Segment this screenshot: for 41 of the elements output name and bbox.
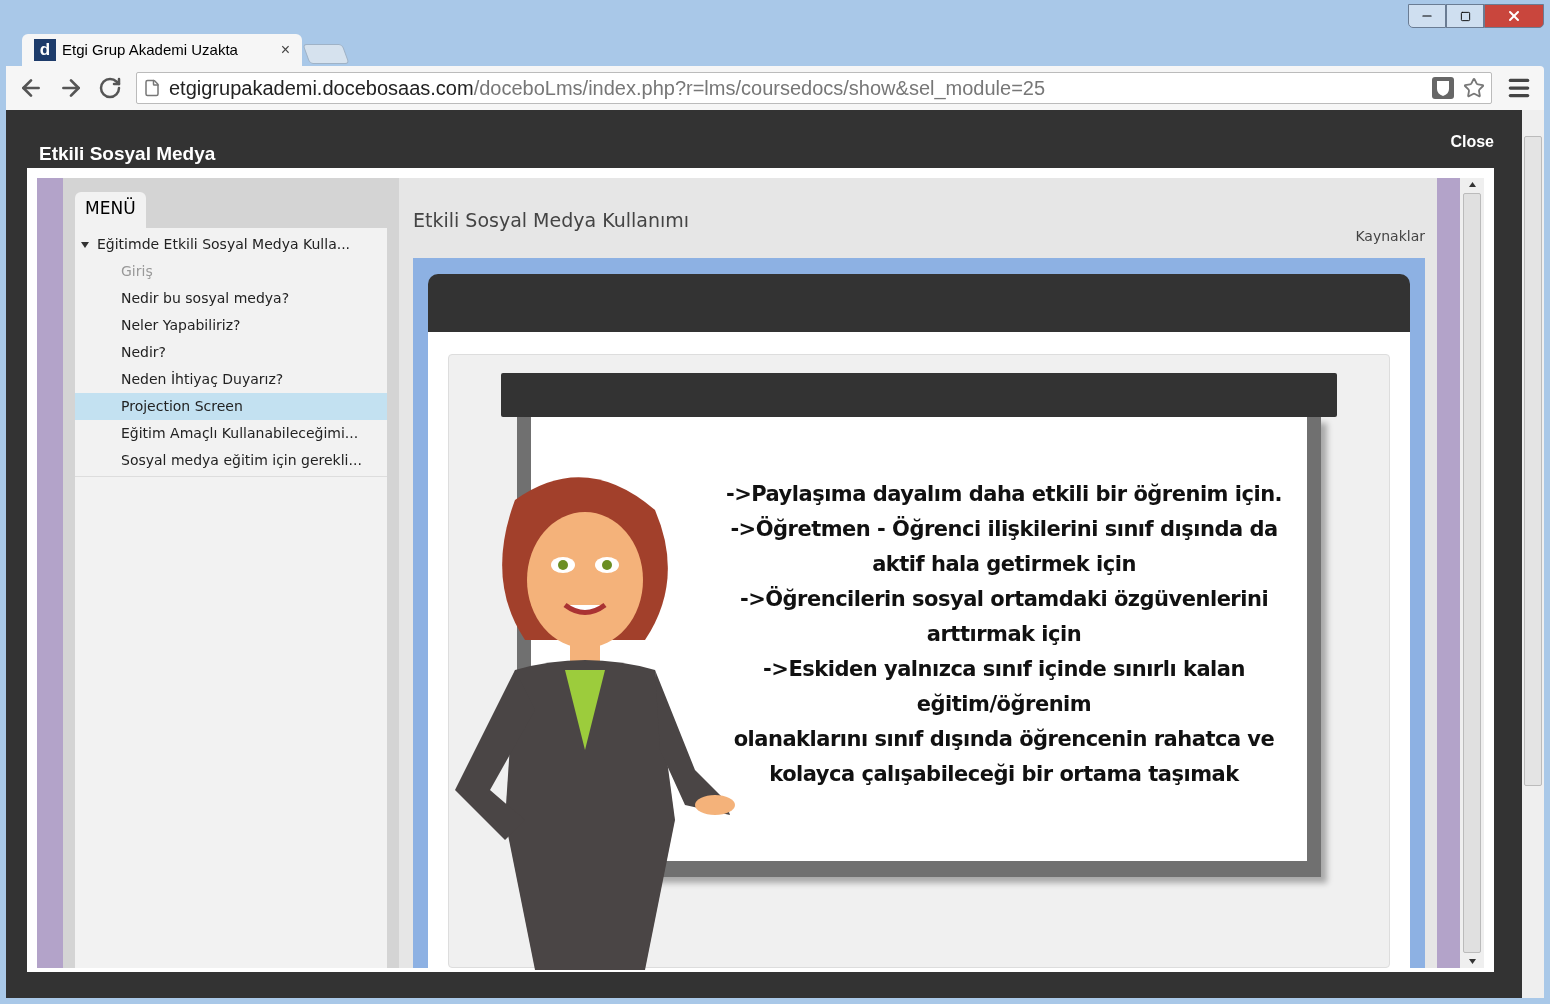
page-scrollbar[interactable] — [1522, 110, 1544, 998]
tree-item[interactable]: Sosyal medya eğitim için gerekli... — [75, 446, 387, 474]
tree-item[interactable]: Nedir? — [75, 338, 387, 366]
close-icon — [1506, 8, 1522, 24]
scroll-down-icon[interactable] — [1468, 959, 1476, 964]
site-logo: d — [34, 39, 56, 61]
maximize-button[interactable] — [1446, 4, 1484, 28]
modal-scrollbar[interactable] — [1460, 178, 1484, 968]
tab-title: Etgi Grup Akademi Uzakta — [62, 39, 239, 60]
slide-text: arttırmak için — [926, 621, 1082, 648]
reload-icon[interactable] — [98, 76, 122, 100]
slide-text: ->Paylaşıma dayalım daha etkili bir öğrenim için. — [725, 481, 1283, 508]
page-icon — [143, 79, 161, 97]
tree-item[interactable]: Neden İhtiyaç Duyarız? — [75, 365, 387, 393]
tree-item[interactable]: Neler Yapabiliriz? — [75, 311, 387, 339]
expanded-icon[interactable] — [81, 240, 89, 249]
close-button[interactable] — [1484, 4, 1544, 28]
tree-item[interactable]: Eğitim Amaçlı Kullanabileceğimi... — [75, 419, 387, 447]
tree-item[interactable]: Projection Screen — [75, 392, 387, 420]
slide-text: ->Öğretmen - Öğrenci ilişkilerini sınıf dışında da — [730, 515, 1278, 543]
slide-text: aktif hala getirmek için — [872, 551, 1136, 578]
tree-item[interactable]: Nedir bu sosyal medya? — [75, 284, 387, 312]
slide-text: kolayca çalışabileceği bir ortama taşımak — [769, 761, 1239, 788]
slide-text: ->Öğrencilerin sosyal ortamdaki özgüvenlerini — [739, 585, 1269, 613]
tree-item[interactable]: Eğitimde Etkili Sosyal Medya Kulla... — [75, 231, 387, 258]
scroll-up-icon[interactable] — [1468, 182, 1476, 187]
address-bar[interactable]: etgigrupakademi.docebosaas.com/doceboLms/index.php?r=lms/coursedocs/show&sel_module=25 — [136, 72, 1492, 104]
tab-close-button[interactable]: × — [280, 38, 290, 62]
close-link[interactable]: Close — [1450, 130, 1494, 154]
slide-text: olanaklarını sınıf dışında öğrencenin rahatca ve — [733, 726, 1275, 753]
browser-tab[interactable]: d Etgi Grup Akademi Uzakta × — [22, 34, 302, 66]
page-title: Etkili Sosyal Medya — [39, 141, 216, 166]
shield-icon[interactable] — [1431, 76, 1455, 100]
slide-text: ->Eskiden yalnızca sınıf içinde sınırlı kalan — [763, 656, 1245, 683]
resources-link[interactable]: Kaynaklar — [1355, 226, 1425, 258]
slide-text: eğitim/öğrenim — [916, 691, 1092, 718]
url-text: etgigrupakademi.docebosaas.com/doceboLms/index.php?r=lms/coursedocs/show&sel_module=25 — [169, 76, 1047, 102]
menu-tab[interactable]: MENÜ — [75, 192, 146, 228]
star-icon[interactable] — [1463, 77, 1485, 99]
maximize-icon — [1459, 10, 1471, 22]
content-title: Etkili Sosyal Medya Kullanımı — [413, 208, 690, 233]
